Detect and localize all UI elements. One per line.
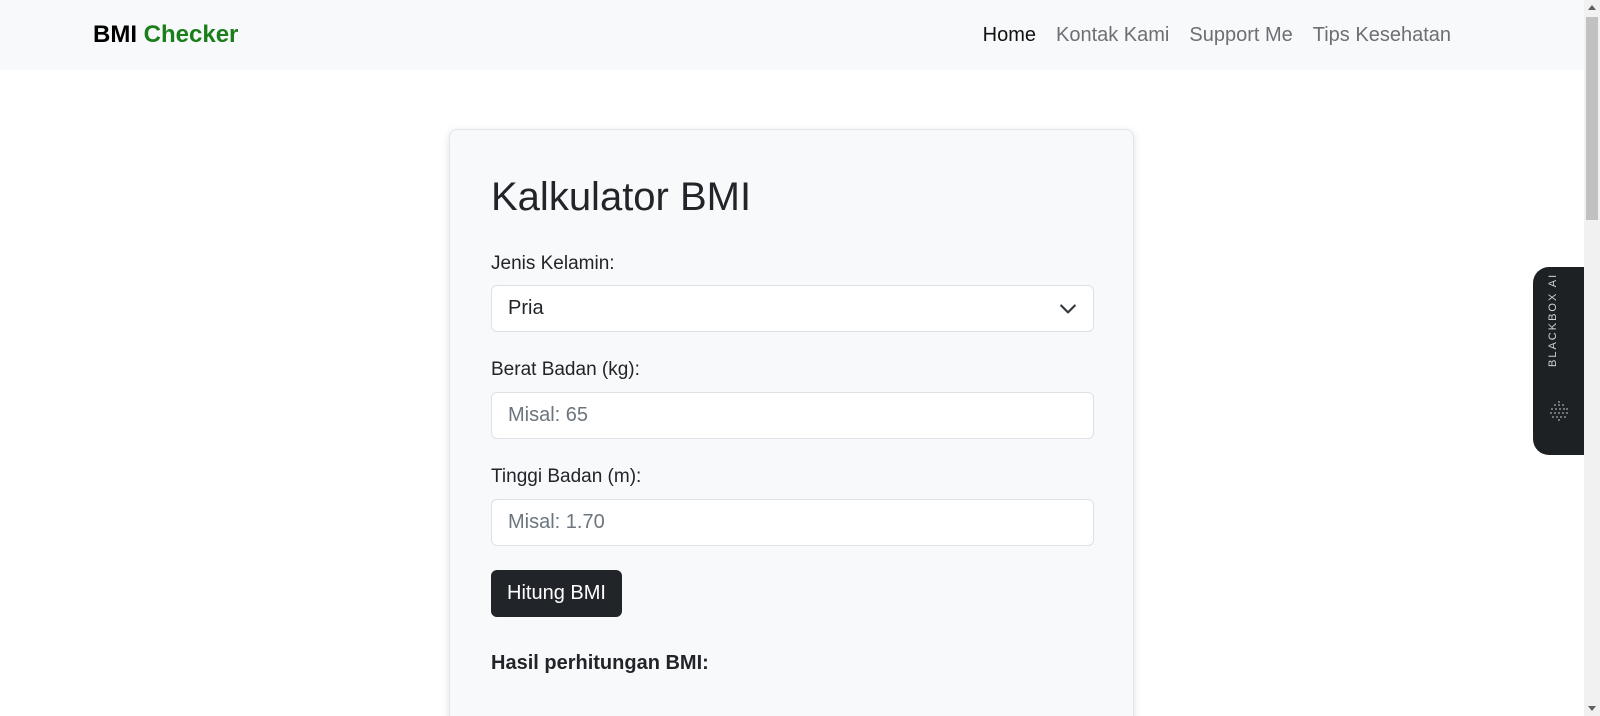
bmi-calculator-card: Kalkulator BMI Jenis Kelamin: Pria Berat… [449,129,1134,716]
nav-links: Home Kontak Kami Support Me Tips Kesehat… [983,22,1451,48]
page-scrollbar[interactable] [1584,0,1600,716]
height-label: Tinggi Badan (m): [491,466,642,487]
scroll-up-icon[interactable] [1588,5,1596,10]
brand-text-main: BMI [93,21,137,48]
gender-select[interactable]: Pria [491,285,1094,332]
height-input[interactable] [508,500,1077,545]
gender-select-value: Pria [508,297,544,319]
page-title: Kalkulator BMI [491,175,752,219]
scroll-down-icon[interactable] [1588,706,1596,711]
blackbox-ai-widget[interactable]: BLACKBOX AI [1533,267,1585,455]
nav-link-tips-kesehatan[interactable]: Tips Kesehatan [1313,22,1451,48]
height-field-wrapper [491,499,1094,546]
weight-label: Berat Badan (kg): [491,359,640,380]
nav-link-kontak-kami[interactable]: Kontak Kami [1056,22,1169,48]
weight-input[interactable] [508,393,1077,438]
scroll-thumb[interactable] [1586,17,1598,220]
calculate-bmi-button[interactable]: Hitung BMI [491,570,622,617]
gender-label: Jenis Kelamin: [491,253,615,274]
brand-logo[interactable]: BMI Checker [93,20,238,50]
blackbox-logo-icon [1550,401,1568,421]
navbar: BMI Checker Home Kontak Kami Support Me … [0,0,1584,70]
brand-text-accent: Checker [143,21,239,48]
nav-link-support-me[interactable]: Support Me [1189,22,1292,48]
chevron-down-icon [1060,304,1076,313]
nav-link-home[interactable]: Home [983,22,1036,48]
weight-field-wrapper [491,392,1094,439]
widget-label: BLACKBOX AI [1547,272,1559,367]
result-heading: Hasil perhitungan BMI: [491,652,709,674]
